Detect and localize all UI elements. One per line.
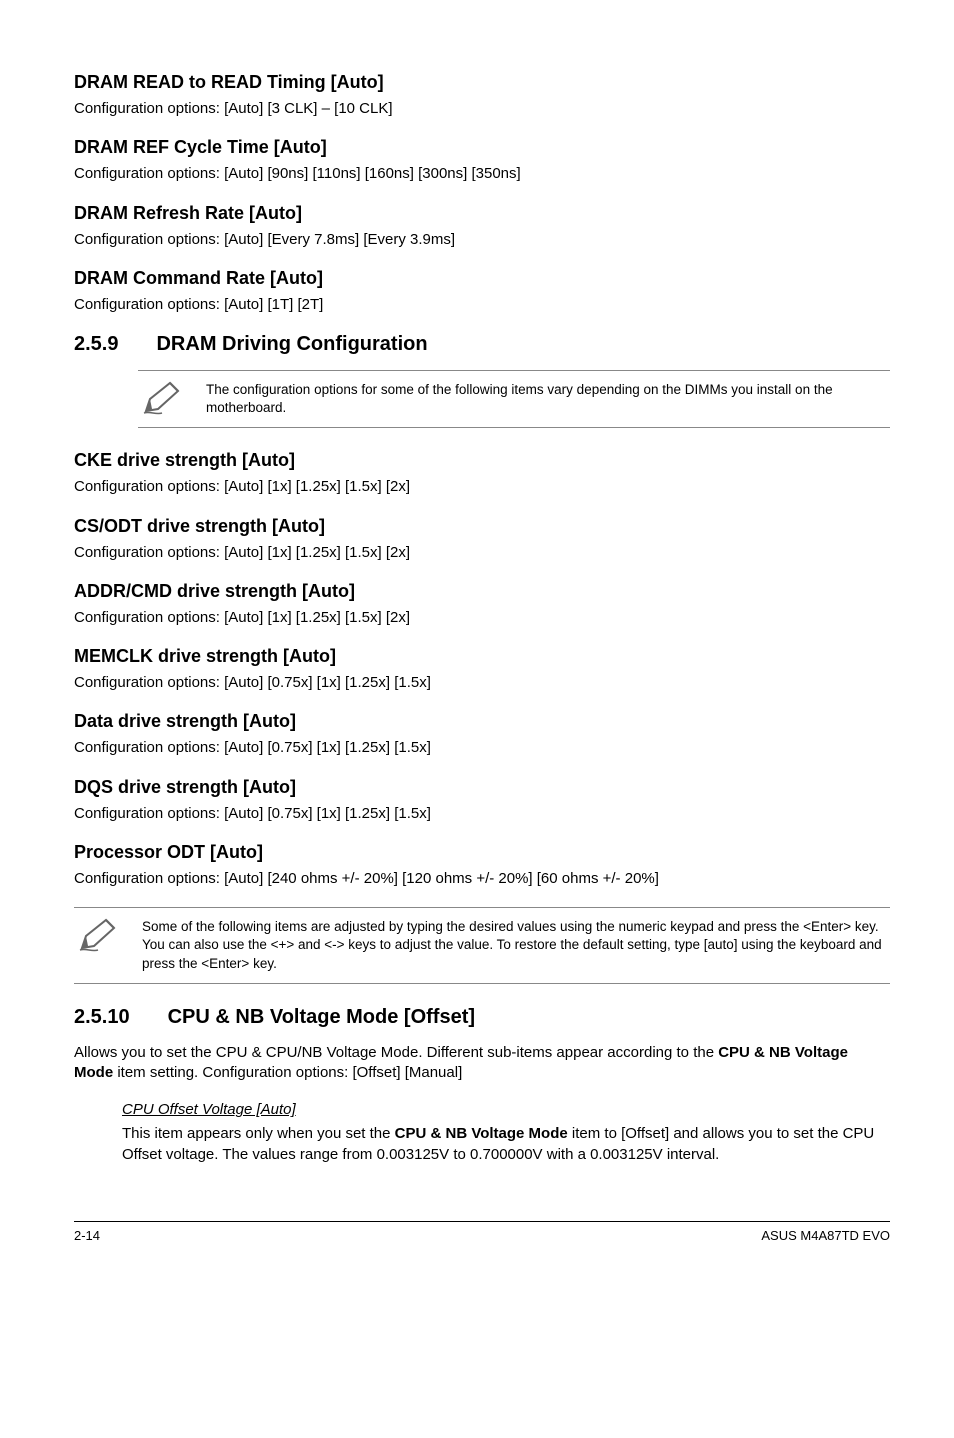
footer-product-name: ASUS M4A87TD EVO (761, 1228, 890, 1243)
body-2510: Allows you to set the CPU & CPU/NB Volta… (74, 1043, 890, 1084)
body-data-drive: Configuration options: [Auto] [0.75x] [1… (74, 738, 890, 758)
heading-dram-read-to-read: DRAM READ to READ Timing [Auto] (74, 72, 890, 93)
body-memclk-drive: Configuration options: [Auto] [0.75x] [1… (74, 673, 890, 693)
footer-page-number: 2-14 (74, 1228, 100, 1243)
section-2510-header: 2.5.10 CPU & NB Voltage Mode [Offset] (74, 1006, 890, 1029)
heading-dqs-drive: DQS drive strength [Auto] (74, 777, 890, 798)
body-dram-refresh-rate: Configuration options: [Auto] [Every 7.8… (74, 230, 890, 250)
section-number-2510: 2.5.10 (74, 1006, 130, 1029)
note-pencil-icon (142, 381, 184, 415)
note-text-259: The configuration options for some of th… (206, 381, 886, 417)
heading-csodt-drive: CS/ODT drive strength [Auto] (74, 516, 890, 537)
body-processor-odt: Configuration options: [Auto] [240 ohms … (74, 869, 890, 889)
body-dram-command-rate: Configuration options: [Auto] [1T] [2T] (74, 295, 890, 315)
page-container: DRAM READ to READ Timing [Auto] Configur… (0, 0, 954, 1283)
body-dram-ref-cycle: Configuration options: [Auto] [90ns] [11… (74, 164, 890, 184)
sub-title-cpu-offset: CPU Offset Voltage [Auto] (122, 1101, 890, 1118)
section-name-259: DRAM Driving Configuration (156, 333, 427, 356)
heading-dram-ref-cycle: DRAM REF Cycle Time [Auto] (74, 137, 890, 158)
sub-body-bold: CPU & NB Voltage Mode (395, 1125, 568, 1142)
heading-cke-drive: CKE drive strength [Auto] (74, 450, 890, 471)
section-number-259: 2.5.9 (74, 333, 118, 356)
body-2510-post: item setting. Configuration options: [Of… (113, 1064, 462, 1081)
sub-body-pre: This item appears only when you set the (122, 1125, 395, 1142)
heading-data-drive: Data drive strength [Auto] (74, 711, 890, 732)
note-box-259: The configuration options for some of th… (138, 370, 890, 428)
note-pencil-icon (78, 918, 120, 952)
note-box-numeric: Some of the following items are adjusted… (74, 907, 890, 984)
note-text-numeric: Some of the following items are adjusted… (142, 918, 886, 973)
sub-section-cpu-offset: CPU Offset Voltage [Auto] This item appe… (122, 1101, 890, 1165)
body-dqs-drive: Configuration options: [Auto] [0.75x] [1… (74, 804, 890, 824)
body-cke-drive: Configuration options: [Auto] [1x] [1.25… (74, 477, 890, 497)
heading-memclk-drive: MEMCLK drive strength [Auto] (74, 646, 890, 667)
page-footer: 2-14 ASUS M4A87TD EVO (74, 1221, 890, 1243)
sub-body-cpu-offset: This item appears only when you set the … (122, 1124, 890, 1165)
body-2510-pre: Allows you to set the CPU & CPU/NB Volta… (74, 1044, 718, 1061)
heading-dram-command-rate: DRAM Command Rate [Auto] (74, 268, 890, 289)
section-259-header: 2.5.9 DRAM Driving Configuration (74, 333, 890, 356)
body-dram-read-to-read: Configuration options: [Auto] [3 CLK] – … (74, 99, 890, 119)
body-addrcmd-drive: Configuration options: [Auto] [1x] [1.25… (74, 608, 890, 628)
section-name-2510: CPU & NB Voltage Mode [Offset] (168, 1006, 475, 1029)
heading-addrcmd-drive: ADDR/CMD drive strength [Auto] (74, 581, 890, 602)
body-csodt-drive: Configuration options: [Auto] [1x] [1.25… (74, 543, 890, 563)
heading-dram-refresh-rate: DRAM Refresh Rate [Auto] (74, 203, 890, 224)
heading-processor-odt: Processor ODT [Auto] (74, 842, 890, 863)
